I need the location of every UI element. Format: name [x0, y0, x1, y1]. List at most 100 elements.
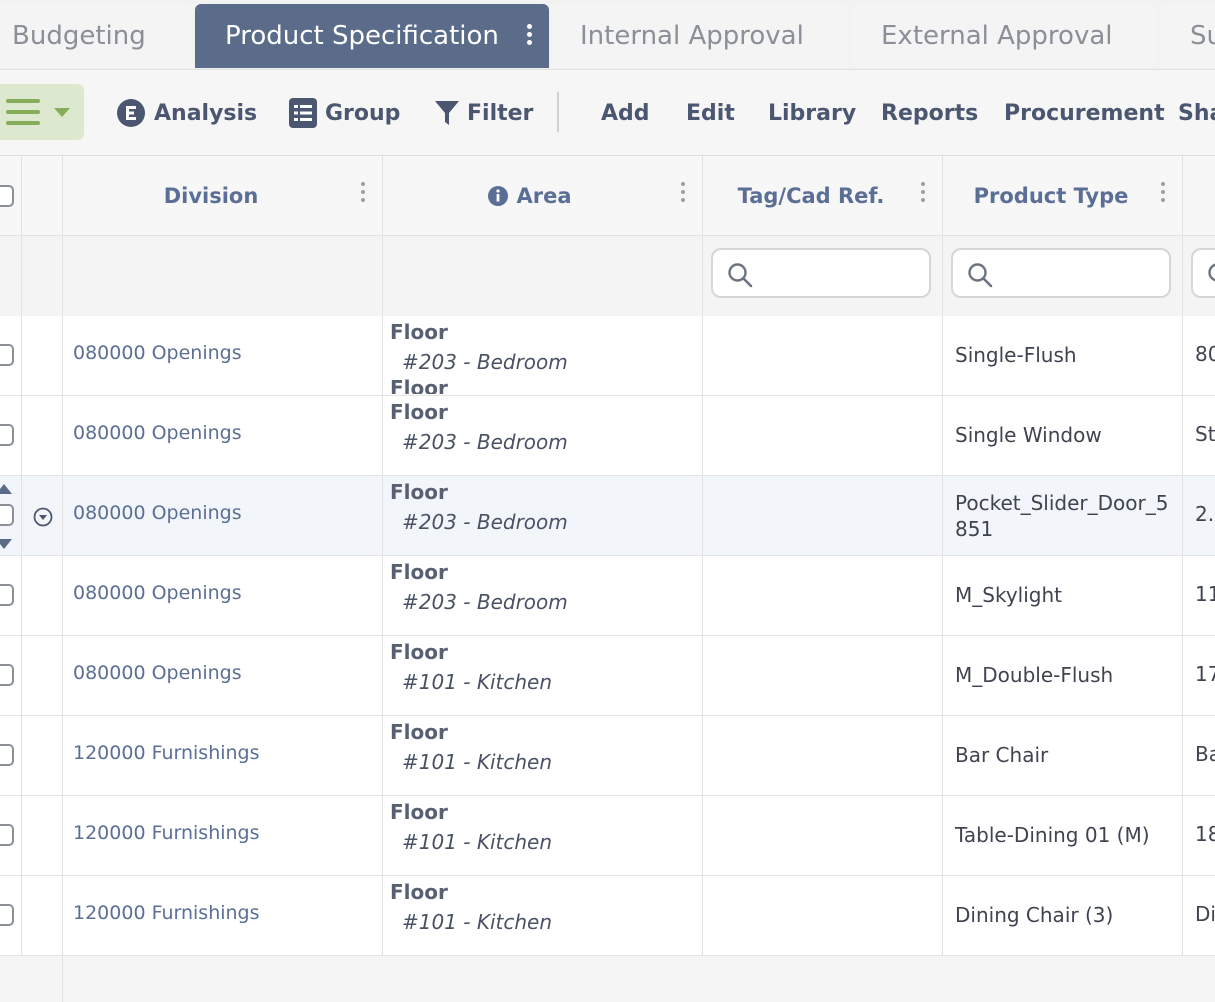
- column-divider: [21, 156, 22, 956]
- area-room: #101 - Kitchen: [402, 750, 553, 774]
- product-type-filter-input[interactable]: [951, 248, 1171, 298]
- column-menu-icon[interactable]: [361, 182, 366, 202]
- move-down-icon[interactable]: [0, 539, 12, 549]
- analysis-icon: [116, 98, 146, 128]
- column-menu-icon[interactable]: [681, 182, 686, 202]
- caret-down-icon: [54, 108, 70, 117]
- table-row[interactable]: 080000 Openings Floor #203 - Bedroom Poc…: [0, 476, 1215, 556]
- add-label: Add: [601, 100, 650, 126]
- filter-label: Filter: [467, 100, 534, 126]
- select-all-checkbox[interactable]: [0, 185, 14, 207]
- reports-label: Reports: [881, 100, 979, 126]
- tab-external-approval[interactable]: External Approval: [851, 4, 1157, 68]
- product-type-cell: Bar Chair: [955, 743, 1049, 767]
- tag-filter-input[interactable]: [711, 248, 931, 298]
- move-up-icon[interactable]: [0, 484, 12, 494]
- next-column-cell: 18: [1195, 822, 1215, 846]
- grid-menu-button[interactable]: [0, 84, 84, 140]
- tab-internal-approval[interactable]: Internal Approval: [551, 4, 848, 68]
- area-room: #203 - Bedroom: [402, 510, 568, 534]
- table-row[interactable]: 120000 Furnishings Floor #101 - Kitchen …: [0, 796, 1215, 876]
- expand-row-icon[interactable]: [33, 507, 53, 531]
- next-column-cell: St: [1195, 422, 1215, 446]
- next-column-cell: Ba: [1195, 742, 1215, 766]
- analysis-button[interactable]: Analysis: [116, 96, 257, 130]
- column-title: Product Type: [973, 184, 1129, 208]
- area-floor: Floor: [390, 640, 448, 664]
- area-room: #203 - Bedroom: [402, 430, 568, 454]
- hamburger-icon: [6, 99, 40, 132]
- table-row[interactable]: 120000 Furnishings Floor #101 - Kitchen …: [0, 876, 1215, 956]
- add-button[interactable]: Add: [601, 96, 650, 130]
- grid-footer: [0, 956, 1215, 1002]
- row-checkbox[interactable]: [0, 744, 14, 766]
- next-column-cell: 80: [1195, 342, 1215, 366]
- search-icon: [727, 262, 753, 292]
- share-button[interactable]: Sha: [1178, 96, 1215, 130]
- column-header-product-type[interactable]: Product Type: [942, 156, 1160, 236]
- row-checkbox[interactable]: [0, 424, 14, 446]
- table-row[interactable]: 120000 Furnishings Floor #101 - Kitchen …: [0, 716, 1215, 796]
- product-type-cell: Pocket_Slider_Door_5851: [955, 491, 1169, 541]
- column-header-area[interactable]: Area: [382, 156, 678, 236]
- column-menu-icon[interactable]: [921, 182, 926, 202]
- row-checkbox[interactable]: [0, 904, 14, 926]
- reports-button[interactable]: Reports: [881, 96, 978, 130]
- filter-button[interactable]: Filter: [435, 96, 533, 130]
- tab-menu-icon[interactable]: [527, 24, 533, 45]
- row-checkbox[interactable]: [0, 584, 14, 606]
- group-label: Group: [325, 100, 401, 126]
- tab-budgeting[interactable]: Budgeting: [0, 4, 193, 68]
- procurement-button[interactable]: Procurement: [1004, 96, 1165, 130]
- row-checkbox[interactable]: [0, 344, 14, 366]
- next-column-cell: 17: [1195, 662, 1215, 686]
- edit-button[interactable]: Edit: [686, 96, 735, 130]
- product-type-cell: Dining Chair (3): [955, 903, 1114, 927]
- tab-more[interactable]: Su: [1160, 4, 1215, 68]
- tab-bar: Budgeting Product Specification Internal…: [0, 0, 1215, 70]
- column-divider: [62, 156, 63, 1002]
- column-divider: [942, 156, 943, 956]
- table-row[interactable]: 080000 Openings Floor #101 - Kitchen M_D…: [0, 636, 1215, 716]
- search-icon: [1207, 262, 1215, 292]
- next-column-cell: Di: [1195, 902, 1215, 926]
- area-room: #203 - Bedroom: [402, 350, 568, 374]
- tab-label: Budgeting: [12, 21, 146, 51]
- table-row[interactable]: 080000 Openings Floor #203 - Bedroom M_S…: [0, 556, 1215, 636]
- division-cell: 080000 Openings: [73, 582, 242, 604]
- table-row[interactable]: 080000 Openings Floor #203 - Bedroom Sin…: [0, 396, 1215, 476]
- row-checkbox[interactable]: [0, 824, 14, 846]
- group-button[interactable]: Group: [289, 96, 400, 130]
- row-checkbox[interactable]: [0, 664, 14, 686]
- row-checkbox[interactable]: [0, 504, 14, 526]
- area-room: #101 - Kitchen: [402, 910, 553, 934]
- filter-row: [0, 236, 1215, 316]
- area-floor: Floor: [390, 880, 448, 904]
- area-room: #101 - Kitchen: [402, 830, 553, 854]
- library-button[interactable]: Library: [768, 96, 856, 130]
- product-type-cell: Single Window: [955, 423, 1102, 447]
- next-column-filter-input[interactable]: [1191, 248, 1215, 298]
- column-divider: [382, 156, 383, 956]
- table-row[interactable]: 080000 Openings Floor #203 - Bedroom Flo…: [0, 316, 1215, 396]
- product-type-cell: M_Double-Flush: [955, 663, 1114, 687]
- column-divider: [1182, 156, 1183, 956]
- toolbar-divider: [557, 92, 559, 132]
- column-header-division[interactable]: Division: [62, 156, 360, 236]
- column-divider: [702, 156, 703, 956]
- tab-label: Internal Approval: [580, 21, 804, 51]
- edit-label: Edit: [686, 100, 735, 126]
- division-cell: 080000 Openings: [73, 342, 242, 364]
- tab-product-specification[interactable]: Product Specification: [195, 4, 549, 68]
- tab-label: Product Specification: [225, 21, 499, 51]
- product-type-cell: Single-Flush: [955, 343, 1077, 367]
- procurement-label: Procurement: [1004, 100, 1165, 126]
- tab-label: External Approval: [881, 21, 1113, 51]
- library-label: Library: [768, 100, 857, 126]
- tab-label: Su: [1190, 21, 1215, 51]
- grid-header-row: Division Area Tag/Cad Ref. Product Type: [0, 156, 1215, 236]
- area-floor: Floor: [390, 720, 448, 744]
- division-cell: 080000 Openings: [73, 502, 242, 524]
- column-menu-icon[interactable]: [1161, 182, 1166, 202]
- column-header-tag[interactable]: Tag/Cad Ref.: [702, 156, 920, 236]
